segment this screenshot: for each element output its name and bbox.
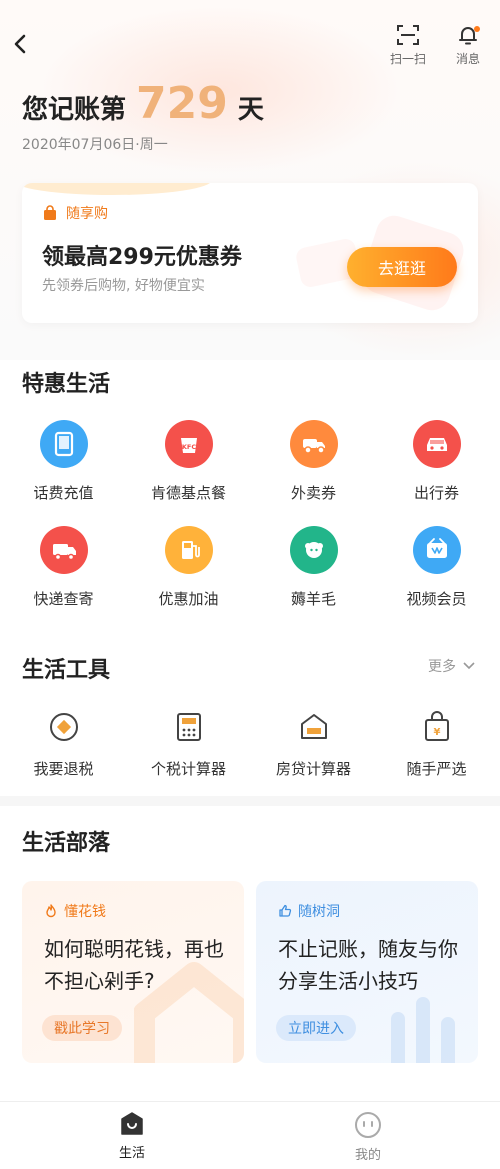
express-truck-icon [39, 526, 88, 574]
grid-item-video[interactable]: 视频会员 [374, 526, 499, 609]
tribe-tag: 随树洞 [278, 901, 340, 921]
grid-item-delivery[interactable]: 外卖券 [251, 420, 376, 503]
svg-text:KFC: KFC [181, 443, 195, 451]
tool-item-label: 我要退税 [33, 760, 94, 778]
days-count: 729 [136, 78, 228, 129]
bottom-nav: 生活 我的 [0, 1101, 500, 1169]
messages-button[interactable]: 消息 [443, 24, 493, 70]
bookkeeping-days: 您记账第 729 天 [22, 78, 264, 129]
scan-icon [397, 25, 419, 45]
kfc-icon: KFC [164, 420, 213, 468]
more-tools-link[interactable]: 更多 [428, 656, 476, 676]
sheep-icon [289, 526, 338, 574]
promo-subtitle: 先领券后购物, 好物便宜实 [42, 278, 205, 294]
grid-item-sheep[interactable]: 薅羊毛 [251, 526, 376, 609]
scan-button[interactable]: 扫一扫 [383, 24, 433, 70]
tool-item-mortgage[interactable]: 房贷计算器 [251, 710, 376, 779]
grid-item-label: 出行券 [413, 484, 459, 502]
promo-tag-label: 随享购 [66, 206, 108, 222]
nav-tab-life[interactable]: 生活 [92, 1110, 172, 1161]
more-label: 更多 [428, 659, 456, 675]
nav-label: 生活 [118, 1146, 145, 1161]
mortgage-calculator-icon [297, 710, 331, 744]
tax-calculator-icon [172, 710, 206, 744]
tribe-card-text: 不止记账，随友与你分享生活小技巧 [278, 937, 458, 993]
tribe-tag-label: 随树洞 [298, 904, 340, 920]
life-tribe-title: 生活部落 [22, 831, 111, 856]
section-divider [0, 796, 500, 806]
tool-item-label: 随手严选 [406, 760, 467, 778]
notification-dot [474, 26, 480, 32]
messages-label: 消息 [455, 52, 480, 66]
nav-tab-mine[interactable]: 我的 [328, 1110, 408, 1163]
chevron-down-icon [463, 662, 475, 670]
grid-item-label: 话费充值 [33, 484, 94, 502]
grid-item-label: 优惠加油 [158, 590, 219, 608]
shopping-bag-icon [44, 205, 56, 220]
video-member-icon [412, 526, 461, 574]
svg-text:¥: ¥ [433, 727, 440, 738]
tribe-tag-label: 懂花钱 [64, 904, 106, 920]
thumbs-up-icon [279, 904, 292, 917]
phone-recharge-icon [39, 420, 88, 468]
fuel-icon [164, 526, 213, 574]
tribe-card-spend-smart[interactable]: 懂花钱 如何聪明花钱，再也不担心剁手? 戳此学习 [22, 881, 244, 1063]
grid-item-label: 薅羊毛 [290, 590, 336, 608]
discount-life-title: 特惠生活 [22, 372, 111, 397]
current-date: 2020年07月06日·周一 [22, 137, 168, 153]
learn-button[interactable]: 戳此学习 [42, 1015, 122, 1041]
grid-item-travel[interactable]: 出行券 [374, 420, 499, 503]
scan-label: 扫一扫 [389, 52, 426, 66]
tax-refund-icon [47, 710, 81, 744]
chevron-left-icon [14, 34, 26, 54]
back-button[interactable] [8, 28, 32, 60]
profile-face-icon [355, 1112, 381, 1138]
go-shopping-button[interactable]: 去逛逛 [347, 247, 457, 287]
promo-tag: 随享购 [42, 203, 108, 223]
shopping-bag-icon: ¥ [420, 710, 454, 744]
promo-decoration [22, 183, 212, 195]
days-prefix: 您记账第 [22, 95, 127, 125]
nav-label: 我的 [354, 1148, 381, 1163]
grid-item-label: 外卖券 [290, 484, 336, 502]
tribe-card-tree-hole[interactable]: 随树洞 不止记账，随友与你分享生活小技巧 立即进入 [256, 881, 478, 1063]
flame-icon [46, 904, 56, 918]
tribe-tag: 懂花钱 [44, 901, 106, 921]
life-tools-title: 生活工具 [22, 658, 111, 683]
tribe-card-text: 如何聪明花钱，再也不担心剁手? [44, 937, 224, 993]
delivery-icon [289, 420, 338, 468]
grid-item-phone-recharge[interactable]: 话费充值 [1, 420, 126, 503]
car-icon [412, 420, 461, 468]
promo-title: 领最高299元优惠券 [42, 245, 242, 270]
promo-card[interactable]: 随享购 领最高299元优惠券 先领券后购物, 好物便宜实 去逛逛 [22, 183, 478, 323]
tool-item-tax-calculator[interactable]: 个税计算器 [126, 710, 251, 779]
grid-item-kfc[interactable]: KFC 肯德基点餐 [126, 420, 251, 503]
tool-item-yanxuan[interactable]: ¥ 随手严选 [374, 710, 499, 779]
tool-item-tax-refund[interactable]: 我要退税 [1, 710, 126, 779]
grid-item-label: 快递查寄 [33, 590, 94, 608]
grid-item-fuel[interactable]: 优惠加油 [126, 526, 251, 609]
grid-item-express[interactable]: 快递查寄 [1, 526, 126, 609]
tool-item-label: 个税计算器 [150, 760, 226, 778]
tool-item-label: 房贷计算器 [275, 760, 351, 778]
days-suffix: 天 [237, 95, 264, 125]
grid-item-label: 视频会员 [406, 590, 467, 608]
grid-item-label: 肯德基点餐 [150, 484, 226, 502]
home-bag-icon [121, 1112, 143, 1135]
enter-button[interactable]: 立即进入 [276, 1015, 356, 1041]
